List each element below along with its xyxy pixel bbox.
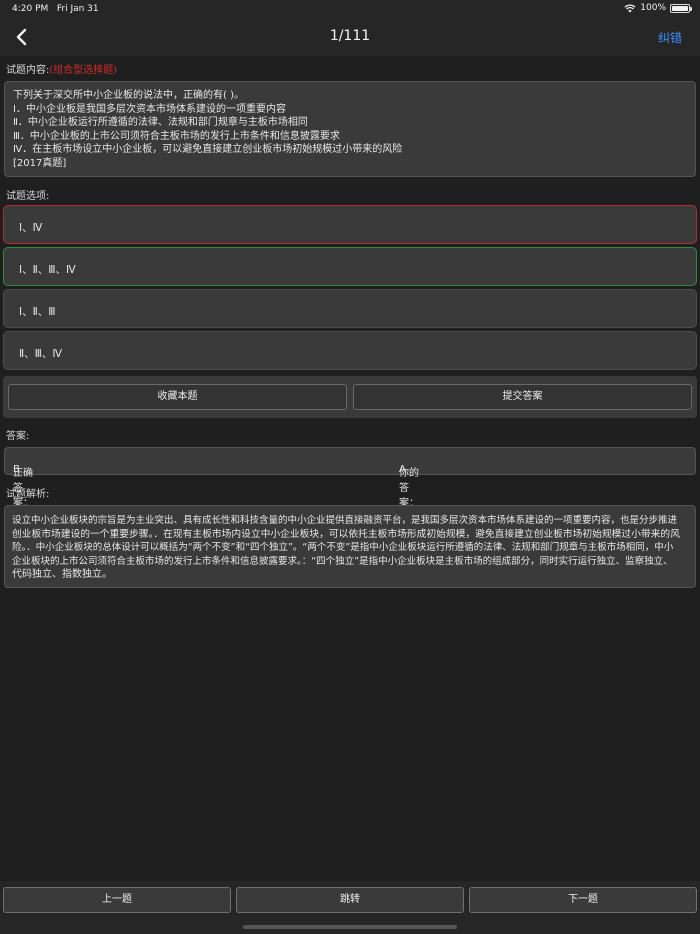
answer-box: 正确答案： B 你的答案： A [4, 447, 696, 509]
option-b[interactable]: Ⅰ、Ⅱ、Ⅲ、Ⅳ [3, 247, 697, 286]
question-label: 试题内容:(组合型选择题) [6, 61, 117, 76]
analysis-line: 险。．中小企业板块的总体设计可以概括为“两个不变”和“四个独立”。“两个不变”是… [12, 542, 674, 554]
answer-label: 答案: [6, 431, 30, 442]
report-error-button[interactable]: 纠错 [658, 29, 682, 46]
option-d[interactable]: Ⅱ、Ⅲ、Ⅳ [3, 331, 697, 370]
battery-percent: 100% [640, 3, 666, 13]
status-time-text: 4:20 PM [12, 4, 49, 14]
your-answer-value: A [399, 464, 406, 475]
option-c[interactable]: Ⅰ、Ⅱ、Ⅲ [3, 289, 697, 328]
correct-answer-value: B [13, 464, 20, 475]
prev-question-button[interactable]: 上一题 [3, 887, 231, 913]
status-right: 100% [624, 3, 692, 13]
submit-answer-button[interactable]: 提交答案 [353, 384, 692, 410]
status-date-text: Fri Jan 31 [56, 4, 99, 14]
home-indicator [243, 925, 457, 929]
question-label-text: 试题内容: [6, 65, 50, 76]
analysis-line: 设立中小企业板块的宗旨是为主业突出、具有成长性和科技含量的中小企业提供直接融资平… [12, 515, 678, 526]
analysis-line: 企业板块的上市公司须符合主板市场的发行上市条件和信息披露要求。：“四个独立”是指… [12, 555, 673, 567]
analysis-line: 创业板市场建设的一个重要步骤。．在现有主板市场内设立中小企业板块，可以依托主板市… [12, 528, 680, 540]
next-question-button[interactable]: 下一题 [469, 887, 697, 913]
page-title: 1/111 [329, 28, 371, 44]
analysis-label: 试题解析: [6, 489, 50, 500]
question-type-tag: (组合型选择题) [49, 65, 118, 76]
favorite-button[interactable]: 收藏本题 [8, 384, 347, 410]
question-line: Ⅲ．中小企业板的上市公司须符合主板市场的发行上市条件和信息披露要求 [13, 130, 340, 142]
analysis-line: 代码独立、指数独立。 [12, 569, 112, 581]
wifi-icon [624, 3, 636, 12]
question-line: Ⅳ．在主板市场设立中小企业板，可以避免直接建立创业板市场初始规模过小带来的风险 [13, 144, 403, 156]
options-label: 试题选项: [6, 191, 50, 202]
nav-bar: 1/111 纠错 [0, 18, 700, 56]
status-time: 4:20 PM Fri Jan 31 [12, 4, 99, 14]
question-line: [2017真题] [13, 157, 67, 169]
option-a[interactable]: Ⅰ、Ⅳ [3, 205, 697, 244]
question-box: 下列关于深交所中小企业板的说法中，正确的有( )。 Ⅰ．中小企业板是我国多层次资… [4, 81, 696, 177]
question-line: Ⅱ．中小企业板运行所遵循的法律、法规和部门规章与主板市场相同 [13, 117, 308, 129]
status-bar: 4:20 PM Fri Jan 31 100% [0, 0, 700, 18]
analysis-box: 设立中小企业板块的宗旨是为主业突出、具有成长性和科技含量的中小企业提供直接融资平… [4, 505, 696, 588]
question-line: Ⅰ．中小企业板是我国多层次资本市场体系建设的一项重要内容 [13, 103, 286, 115]
jump-button[interactable]: 跳转 [236, 887, 464, 913]
action-row: 收藏本题 提交答案 [3, 376, 697, 418]
question-line: 下列关于深交所中小企业板的说法中，正确的有( )。 [13, 90, 244, 101]
battery-icon [670, 3, 692, 13]
